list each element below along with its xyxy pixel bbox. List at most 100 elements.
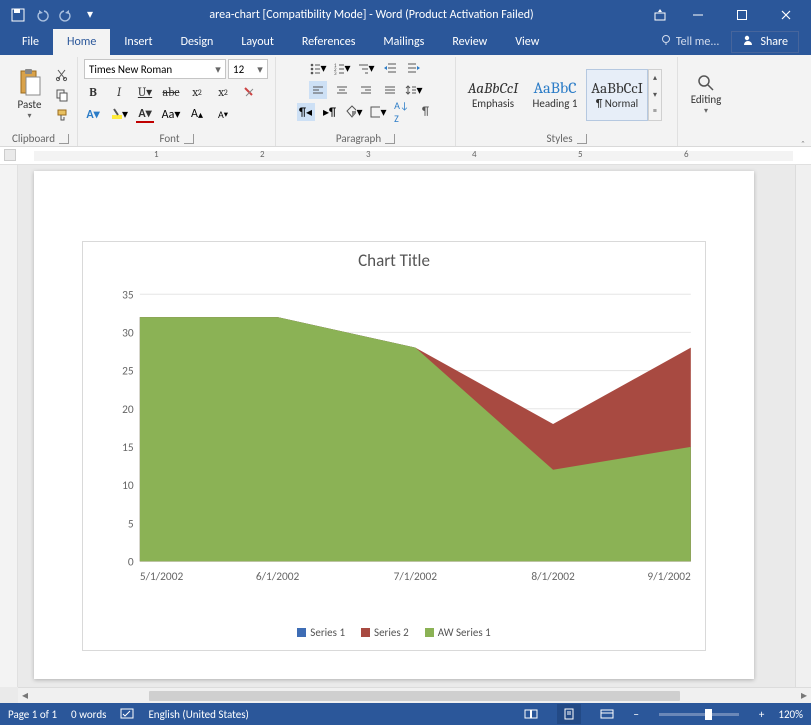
align-right-button[interactable] [357, 81, 375, 99]
numbering-button[interactable]: 123▾ [333, 59, 351, 77]
zoom-in-button[interactable]: + [759, 708, 764, 721]
read-mode-icon[interactable] [519, 704, 543, 724]
chart-legend: Series 1 Series 2 AW Series 1 [83, 626, 705, 640]
align-left-button[interactable] [309, 81, 327, 99]
redo-icon[interactable] [58, 7, 74, 23]
legend-item: Series 2 [361, 626, 409, 639]
format-painter-icon[interactable] [53, 106, 71, 124]
increase-indent-button[interactable] [405, 59, 423, 77]
bullets-button[interactable]: ▾ [309, 59, 327, 77]
scroll-thumb[interactable] [149, 691, 680, 701]
svg-text:0: 0 [128, 556, 134, 570]
cut-icon[interactable] [53, 66, 71, 84]
style-emphasis[interactable]: AaBbCcI Emphasis [462, 69, 524, 121]
style-normal[interactable]: AaBbCcI ¶ Normal [586, 69, 648, 121]
horizontal-ruler[interactable]: 1 2 3 4 5 6 [0, 147, 811, 165]
tell-me-search[interactable]: Tell me... [652, 29, 728, 55]
subscript-button[interactable]: x2 [188, 83, 206, 101]
print-layout-icon[interactable] [557, 704, 581, 724]
font-name-combobox[interactable]: Times New Roman▾ [84, 59, 226, 79]
close-button[interactable] [765, 0, 807, 29]
maximize-button[interactable] [721, 0, 763, 29]
decrease-indent-button[interactable] [381, 59, 399, 77]
legend-item: Series 1 [297, 626, 345, 639]
status-language[interactable]: English (United States) [148, 708, 248, 721]
title-bar: ▾ area-chart [Compatibility Mode] - Word… [0, 0, 811, 29]
svg-text:6/1/2002: 6/1/2002 [256, 570, 300, 584]
rtl-button[interactable]: ▸¶ [321, 103, 339, 121]
svg-text:5/1/2002: 5/1/2002 [140, 570, 184, 584]
ribbon-tab-row: File Home Insert Design Layout Reference… [0, 29, 811, 55]
document-area: Chart Title 051015202530355/1/20026/1/20… [0, 165, 811, 703]
qat-customize-icon[interactable]: ▾ [82, 7, 98, 23]
underline-button[interactable]: U▾ [136, 83, 154, 101]
tab-mailings[interactable]: Mailings [369, 29, 438, 55]
scroll-right-icon[interactable]: ▸ [797, 688, 811, 703]
borders-button[interactable]: ▾ [369, 103, 387, 121]
embedded-chart[interactable]: Chart Title 051015202530355/1/20026/1/20… [82, 241, 706, 651]
tab-layout[interactable]: Layout [227, 29, 288, 55]
bold-button[interactable]: B [84, 83, 102, 101]
paragraph-launcher-icon[interactable] [385, 134, 395, 144]
share-button[interactable]: Share [731, 31, 799, 53]
save-icon[interactable] [10, 7, 26, 23]
paste-button[interactable]: Paste ▾ [10, 62, 49, 128]
multilevel-list-button[interactable]: ▾ [357, 59, 375, 77]
zoom-out-button[interactable]: − [633, 708, 638, 721]
line-spacing-button[interactable]: ▾ [405, 81, 423, 99]
sort-button[interactable]: A↓Z [393, 103, 411, 121]
chart-title: Chart Title [89, 250, 699, 271]
zoom-slider[interactable] [659, 713, 739, 716]
style-heading-1[interactable]: AaBbC Heading 1 [524, 69, 586, 121]
lightbulb-icon [660, 34, 672, 50]
grow-font-button[interactable]: A▴ [188, 105, 206, 123]
horizontal-scrollbar[interactable]: ◂ ▸ [18, 687, 811, 703]
tab-selector[interactable] [4, 149, 16, 161]
legend-item: AW Series 1 [425, 626, 491, 639]
styles-launcher-icon[interactable] [577, 134, 587, 144]
clear-format-icon[interactable] [240, 83, 258, 101]
styles-gallery-more[interactable]: ▴▾≡ [648, 69, 662, 121]
change-case-button[interactable]: Aa▾ [162, 105, 180, 123]
highlight-button[interactable]: ▾ [110, 105, 128, 123]
editing-button[interactable]: Editing ▾ [684, 62, 728, 128]
copy-icon[interactable] [53, 86, 71, 104]
spell-check-icon[interactable] [120, 706, 134, 723]
minimize-button[interactable] [677, 0, 719, 29]
clipboard-launcher-icon[interactable] [59, 134, 69, 144]
zoom-level[interactable]: 120% [778, 708, 803, 721]
tab-insert[interactable]: Insert [110, 29, 166, 55]
font-color-button[interactable]: A▾ [136, 105, 154, 123]
shrink-font-button[interactable]: A▾ [214, 105, 232, 123]
web-layout-icon[interactable] [595, 704, 619, 724]
styles-gallery[interactable]: AaBbCcI Emphasis AaBbC Heading 1 AaBbCcI… [462, 69, 662, 121]
group-clipboard: Paste ▾ Clipboard [4, 57, 78, 146]
status-wordcount[interactable]: 0 words [71, 708, 106, 721]
chart-plot: 051015202530355/1/20026/1/20027/1/20028/… [115, 288, 695, 588]
tab-view[interactable]: View [501, 29, 553, 55]
font-size-combobox[interactable]: 12▾ [228, 59, 268, 79]
font-launcher-icon[interactable] [184, 134, 194, 144]
align-center-button[interactable] [333, 81, 351, 99]
tab-design[interactable]: Design [167, 29, 228, 55]
tab-references[interactable]: References [288, 29, 370, 55]
svg-text:30: 30 [122, 327, 134, 341]
superscript-button[interactable]: x2 [214, 83, 232, 101]
tab-file[interactable]: File [8, 29, 53, 55]
show-marks-button[interactable]: ¶ [417, 103, 435, 121]
status-bar: Page 1 of 1 0 words English (United Stat… [0, 703, 811, 725]
text-effects-button[interactable]: A▾ [84, 105, 102, 123]
shading-button[interactable]: ▾ [345, 103, 363, 121]
justify-button[interactable] [381, 81, 399, 99]
undo-icon[interactable] [34, 7, 50, 23]
status-page[interactable]: Page 1 of 1 [8, 708, 57, 721]
tab-review[interactable]: Review [438, 29, 501, 55]
ribbon-display-options-icon[interactable] [645, 0, 675, 29]
italic-button[interactable]: I [110, 83, 128, 101]
tab-home[interactable]: Home [53, 29, 110, 55]
vertical-scrollbar[interactable] [795, 165, 811, 687]
strikethrough-button[interactable]: abc [162, 83, 180, 101]
ltr-button[interactable]: ¶◂ [297, 103, 315, 121]
vertical-ruler[interactable] [0, 165, 18, 687]
scroll-left-icon[interactable]: ◂ [18, 688, 32, 703]
